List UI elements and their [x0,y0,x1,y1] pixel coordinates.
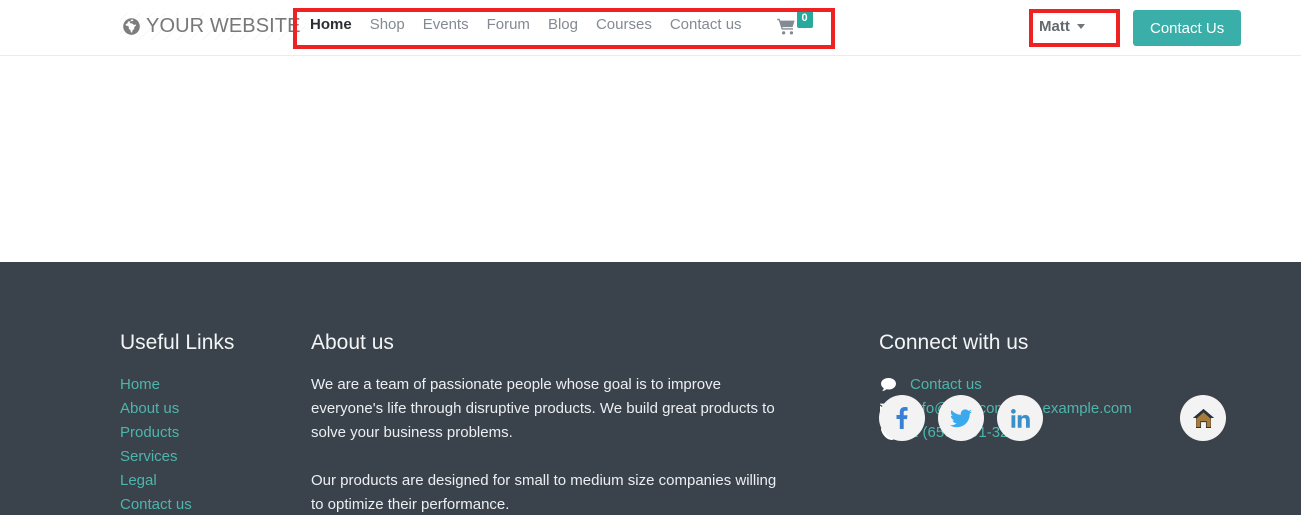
about-us-paragraph-1: We are a team of passionate people whose… [311,376,775,441]
home-button[interactable] [1180,395,1226,441]
footer-link-services[interactable]: Services [120,448,178,465]
linkedin-button[interactable] [997,395,1043,441]
home-icon [1192,408,1214,428]
nav-item-contact-us[interactable]: Contact us [661,14,751,36]
nav-item-events[interactable]: Events [414,14,478,36]
user-menu-label: Matt [1039,18,1070,35]
social-buttons [879,395,1043,441]
list-item: Contact us [879,373,1259,397]
nav-item-courses[interactable]: Courses [587,14,661,36]
footer-column-useful-links: Useful Links Home About us Products Serv… [120,262,290,515]
facebook-button[interactable] [879,395,925,441]
nav-item-forum[interactable]: Forum [478,14,539,36]
comment-icon [879,378,897,392]
list-item: Home [120,373,290,397]
footer-link-about-us[interactable]: About us [120,400,179,417]
contact-us-button[interactable]: Contact Us [1133,10,1242,46]
brand-logo[interactable]: YOUR WEBSITE [120,13,305,40]
list-item: Services [120,445,290,469]
footer-link-home[interactable]: Home [120,376,160,393]
list-item: Legal [120,469,290,493]
brand-name: YOUR WEBSITE [146,15,301,37]
twitter-icon [950,408,972,427]
list-item: About us [120,397,290,421]
footer-column-about-us: About us We are a team of passionate peo… [311,262,781,515]
cart-link[interactable]: 0 [776,10,813,35]
footer-link-contact-us[interactable]: Contact us [120,496,192,513]
cart-count-badge: 0 [796,10,813,28]
nav-item-home[interactable]: Home [301,14,361,36]
site-header: YOUR WEBSITE Home Shop Events Forum Blog… [0,0,1301,56]
connect-link-contact-us[interactable]: Contact us [910,373,982,397]
main-navigation: Home Shop Events Forum Blog Courses Cont… [301,10,813,36]
useful-links-list: Home About us Products Services Legal Co… [120,373,290,515]
globe-icon [123,18,140,35]
main-content-area [0,56,1301,262]
footer-link-products[interactable]: Products [120,424,179,441]
shopping-cart-icon [776,18,795,35]
footer-link-legal[interactable]: Legal [120,472,157,489]
twitter-button[interactable] [938,395,984,441]
facebook-icon [896,407,908,429]
linkedin-icon [1010,408,1030,428]
list-item: Contact us [120,493,290,515]
useful-links-heading: Useful Links [120,331,235,354]
user-menu-matt[interactable]: Matt [1039,18,1085,35]
connect-with-us-heading: Connect with us [879,331,1029,354]
list-item: Products [120,421,290,445]
about-us-paragraph-2: Our products are designed for small to m… [311,472,777,513]
site-footer: Useful Links Home About us Products Serv… [0,262,1301,515]
nav-item-blog[interactable]: Blog [539,14,587,36]
about-us-heading: About us [311,331,394,354]
nav-item-shop[interactable]: Shop [361,14,414,36]
chevron-down-icon [1076,24,1085,29]
